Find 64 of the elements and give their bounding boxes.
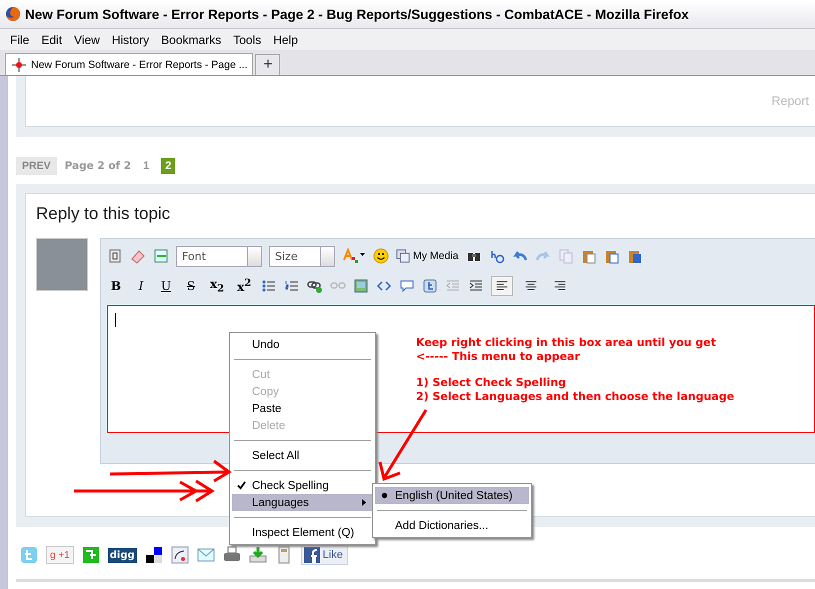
menu-item[interactable]: Languages xyxy=(232,494,373,511)
menu-item[interactable]: Select All xyxy=(232,447,373,464)
text-color-icon[interactable] xyxy=(342,248,366,264)
menu-item[interactable]: File xyxy=(4,32,36,46)
align-left-icon xyxy=(495,279,510,293)
speech-bubble-icon[interactable] xyxy=(399,278,416,294)
align-right-icon xyxy=(553,279,568,293)
menu-item[interactable]: Undo xyxy=(232,336,373,353)
font-select[interactable]: Font xyxy=(176,246,262,266)
firefox-icon xyxy=(5,6,21,22)
avatar-photo-placeholder xyxy=(36,238,88,291)
format-button[interactable]: U xyxy=(157,279,175,293)
menu-item[interactable]: Paste xyxy=(232,400,373,417)
menu-item[interactable]: Inspect Element (Q) xyxy=(232,524,373,541)
menu-item[interactable]: Tools xyxy=(227,32,268,46)
source-icon[interactable] xyxy=(107,248,123,264)
format-button[interactable]: S xyxy=(182,279,200,293)
menu-item[interactable]: Edit xyxy=(35,32,68,46)
paste-word-icon[interactable] xyxy=(626,248,643,264)
smiley-icon[interactable] xyxy=(373,248,389,264)
crosshair-icon xyxy=(11,56,27,72)
annotation-text: Keep right clicking in this box area until you get xyxy=(416,336,718,350)
share-path-icon[interactable] xyxy=(170,546,189,564)
format-button[interactable]: x$^{2}$ xyxy=(234,278,254,294)
menu-item[interactable]: Check Spelling xyxy=(232,477,373,494)
window-title: New Forum Software - Error Reports - Page 2 - Bug Reports/Suggestions - CombatACE - Mozilla Firefox xyxy=(25,6,689,22)
format-button[interactable]: B xyxy=(107,279,125,293)
annotation-text: <----- This menu to appear xyxy=(416,350,581,363)
menu-item[interactable]: Bookmarks xyxy=(155,32,228,46)
facebook-icon xyxy=(304,547,320,563)
annotation-step: 1) Select Check Spelling xyxy=(416,376,734,390)
menu-item[interactable]: Help xyxy=(267,32,304,46)
align-left-button[interactable] xyxy=(491,276,514,296)
eraser-icon[interactable] xyxy=(130,248,146,264)
twitter-icon[interactable] xyxy=(422,278,438,294)
delicious-icon[interactable] xyxy=(144,546,163,564)
menu-item[interactable]: History xyxy=(106,32,156,46)
new-tab-button[interactable]: + xyxy=(255,54,280,75)
like-button[interactable]: Like xyxy=(300,545,348,565)
download-icon[interactable] xyxy=(248,546,267,564)
find-replace-icon[interactable] xyxy=(488,248,505,264)
annotation-step: 2) Select Languages and then choose the language xyxy=(416,390,734,403)
format-button[interactable]: I xyxy=(132,279,150,293)
my-media-button[interactable]: My Media xyxy=(396,249,459,263)
google-plus-button[interactable]: g +1 xyxy=(46,546,74,564)
format-button[interactable]: x$_{2}$ xyxy=(207,277,228,295)
printer-icon[interactable] xyxy=(222,546,241,564)
menu-item[interactable]: English (United States) xyxy=(375,487,529,504)
digg-button[interactable]: digg xyxy=(108,548,137,562)
email-icon[interactable] xyxy=(196,546,215,564)
align-center-icon xyxy=(524,279,538,293)
paste-text-icon[interactable] xyxy=(604,248,620,264)
size-select[interactable]: Size xyxy=(269,246,335,266)
page-summary: Page 2 of 2 xyxy=(64,160,132,172)
menu-item[interactable]: View xyxy=(68,32,106,46)
media-icon xyxy=(396,249,410,263)
stumbleupon-icon[interactable] xyxy=(82,546,100,564)
paste-icon[interactable] xyxy=(580,248,597,264)
image-icon[interactable] xyxy=(353,278,370,294)
browser-tab[interactable]: New Forum Software - Error Reports - Page ... xyxy=(5,53,254,75)
template-icon[interactable] xyxy=(153,248,169,264)
reply-heading: Reply to this topic xyxy=(36,204,172,224)
menu-item[interactable]: Add Dictionaries... xyxy=(375,517,529,534)
bullet-list-icon[interactable] xyxy=(261,278,278,294)
